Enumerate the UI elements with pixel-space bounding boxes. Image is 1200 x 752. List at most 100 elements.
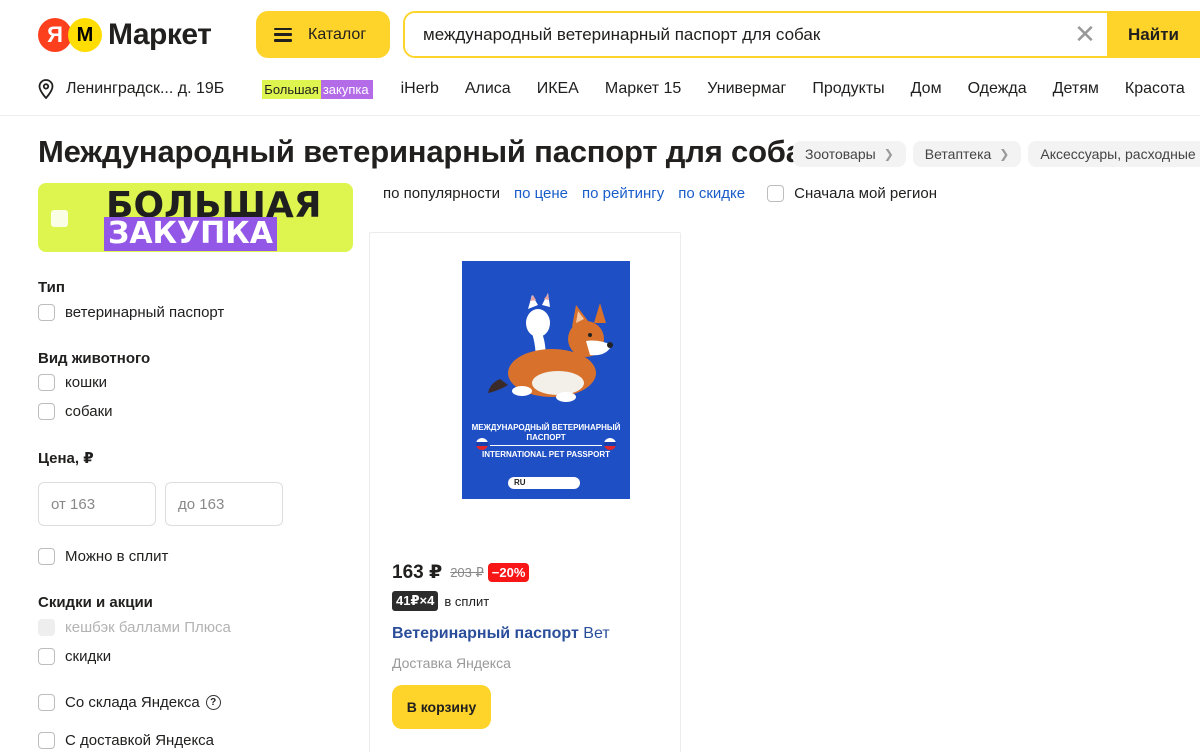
- burger-icon: [274, 27, 292, 42]
- breadcrumb-label: Зоотовары: [805, 146, 876, 162]
- location-pin-icon: [38, 79, 54, 99]
- header-divider: [0, 115, 1200, 116]
- logo-m-circle: М: [68, 18, 102, 52]
- price-block: 163 ₽ 203 ₽ −20%: [392, 561, 530, 584]
- filter-cashback: кешбэк баллами Плюса: [38, 619, 231, 636]
- nav-link-alisa[interactable]: Алиса: [465, 80, 511, 98]
- breadcrumb: Зоотовары ❯ Ветаптека ❯ Аксессуары, расход…: [793, 141, 1200, 167]
- catalog-label: Каталог: [308, 25, 367, 43]
- checkbox[interactable]: [38, 648, 55, 665]
- page-title: Международный ветеринарный паспорт для с…: [38, 134, 819, 169]
- banner-line2: ЗАКУПКА: [104, 217, 278, 251]
- current-price: 163 ₽: [392, 562, 443, 583]
- chevron-right-icon: ❯: [883, 147, 894, 161]
- close-icon[interactable]: ✕: [1063, 13, 1107, 56]
- filter-animal-dogs[interactable]: собаки: [38, 403, 113, 420]
- checkbox[interactable]: [38, 548, 55, 565]
- product-title-bold: Ветеринарный паспорт: [392, 625, 579, 642]
- checkbox[interactable]: [38, 732, 55, 749]
- add-to-cart-button[interactable]: В корзину: [392, 685, 491, 729]
- breadcrumb-zootovary[interactable]: Зоотовары ❯: [793, 141, 906, 167]
- nav-link-products[interactable]: Продукты: [812, 80, 884, 98]
- filter-animal-title: Вид животного: [38, 350, 151, 367]
- discount-badge: −20%: [487, 563, 530, 582]
- search-input[interactable]: [405, 13, 1063, 56]
- passport-ru-field: RU: [508, 477, 580, 489]
- passport-title-en: INTERNATIONAL PET PASSPORT: [481, 450, 610, 459]
- filter-animal-cats[interactable]: кошки: [38, 374, 107, 391]
- passport-divider: [490, 445, 602, 446]
- filter-yandex-delivery[interactable]: С доставкой Яндекса: [38, 732, 214, 749]
- price-from-input[interactable]: от 163: [38, 482, 156, 526]
- product-title-link[interactable]: Ветеринарный паспорт Вет: [392, 625, 610, 643]
- breadcrumb-accessories[interactable]: Аксессуары, расходные м: [1028, 141, 1200, 167]
- logo-text: Маркет: [108, 18, 212, 51]
- nav-link-univermag[interactable]: Универмаг: [707, 80, 786, 98]
- yandex-market-logo[interactable]: Я М Маркет: [38, 17, 212, 53]
- search-button[interactable]: Найти: [1107, 11, 1200, 58]
- checkbox: [38, 619, 55, 636]
- nav-promo-part2: закупка: [320, 79, 373, 99]
- product-title-rest: Вет: [583, 625, 610, 642]
- sort-bar: по популярности по цене по рейтингу по с…: [383, 185, 937, 202]
- filter-promo-title: Скидки и акции: [38, 594, 153, 611]
- filter-option-label: С доставкой Яндекса: [65, 732, 215, 749]
- filter-option-label: кешбэк баллами Плюса: [65, 619, 231, 636]
- sort-discount[interactable]: по скидке: [678, 185, 745, 202]
- filter-type-vet-passport[interactable]: ветеринарный паспорт: [38, 304, 224, 321]
- filter-option-label: ветеринарный паспорт: [65, 304, 225, 321]
- price-to-input[interactable]: до 163: [165, 482, 283, 526]
- address-text: Ленинградск... д. 19Б: [66, 80, 225, 97]
- filter-yandex-warehouse[interactable]: Со склада Яндекса ?: [38, 694, 221, 711]
- nav-link-beauty[interactable]: Красота: [1125, 80, 1185, 98]
- nav-promo-big-purchase[interactable]: Большая закупка: [262, 79, 373, 99]
- delivery-address[interactable]: Ленинградск... д. 19Б: [38, 79, 224, 99]
- breadcrumb-label: Аксессуары, расходные м: [1040, 146, 1200, 162]
- filter-option-label: Можно в сплит: [65, 548, 169, 565]
- filter-type-title: Тип: [38, 279, 65, 296]
- nav-link-market15[interactable]: Маркет 15: [605, 80, 681, 98]
- sub-navigation: Ленинградск... д. 19Б Большая закупка iHe…: [38, 77, 1200, 101]
- checkbox[interactable]: [38, 403, 55, 420]
- nav-link-home[interactable]: Дом: [911, 80, 942, 98]
- split-text: в сплит: [444, 593, 490, 609]
- question-icon[interactable]: ?: [205, 695, 221, 710]
- banner-checkbox: [51, 210, 68, 227]
- nav-link-ikea[interactable]: ИКЕА: [537, 80, 579, 98]
- nav-link-iherb[interactable]: iHerb: [401, 80, 439, 98]
- sort-rating[interactable]: по рейтингу: [582, 185, 664, 202]
- filter-split[interactable]: Можно в сплит: [38, 548, 168, 565]
- nav-link-kids[interactable]: Детям: [1053, 80, 1099, 98]
- logo-ya-circle: Я: [38, 18, 72, 52]
- search-bar: ✕ Найти: [403, 11, 1200, 58]
- breadcrumb-vetapteka[interactable]: Ветаптека ❯: [912, 141, 1022, 167]
- region-label: Сначала мой регион: [794, 185, 938, 202]
- region-checkbox[interactable]: [767, 185, 785, 202]
- product-image[interactable]: МЕЖДУНАРОДНЫЙ ВЕТЕРИНАРНЫЙ ПАСПОРТ INTER…: [462, 261, 630, 499]
- breadcrumb-label: Ветаптека: [924, 146, 992, 162]
- nav-link-clothes[interactable]: Одежда: [968, 80, 1027, 98]
- big-purchase-banner[interactable]: БОЛЬШАЯ ЗАКУПКА: [38, 183, 353, 252]
- filter-option-label: собаки: [65, 403, 113, 420]
- passport-title-ru: МЕЖДУНАРОДНЫЙ ВЕТЕРИНАРНЫЙ ПАСПОРТ: [471, 423, 621, 442]
- checkbox[interactable]: [38, 694, 55, 711]
- filter-option-label: кошки: [65, 374, 108, 391]
- filter-option-label: скидки: [65, 648, 112, 665]
- sort-popularity[interactable]: по популярности: [383, 185, 500, 202]
- nav-promo-part1: Большая: [262, 79, 321, 99]
- my-region-first-toggle[interactable]: Сначала мой регион: [767, 185, 937, 202]
- old-price: 203 ₽: [450, 564, 484, 580]
- catalog-button[interactable]: Каталог: [256, 11, 390, 58]
- checkbox[interactable]: [38, 374, 55, 391]
- checkbox[interactable]: [38, 304, 55, 321]
- delivery-info: Доставка Яндекса: [392, 655, 511, 671]
- product-card: МЕЖДУНАРОДНЫЙ ВЕТЕРИНАРНЫЙ ПАСПОРТ INTER…: [369, 232, 681, 752]
- corgi-cat-illustration: [488, 293, 613, 402]
- filter-option-label: Со склада Яндекса: [65, 694, 200, 711]
- filter-price-title: Цена, ₽: [38, 450, 94, 467]
- split-payment[interactable]: 41₽×4 в сплит: [392, 591, 489, 611]
- chevron-right-icon: ❯: [999, 147, 1010, 161]
- filter-discounts[interactable]: скидки: [38, 648, 111, 665]
- split-badge: 41₽×4: [392, 591, 439, 611]
- sort-price[interactable]: по цене: [514, 185, 568, 202]
